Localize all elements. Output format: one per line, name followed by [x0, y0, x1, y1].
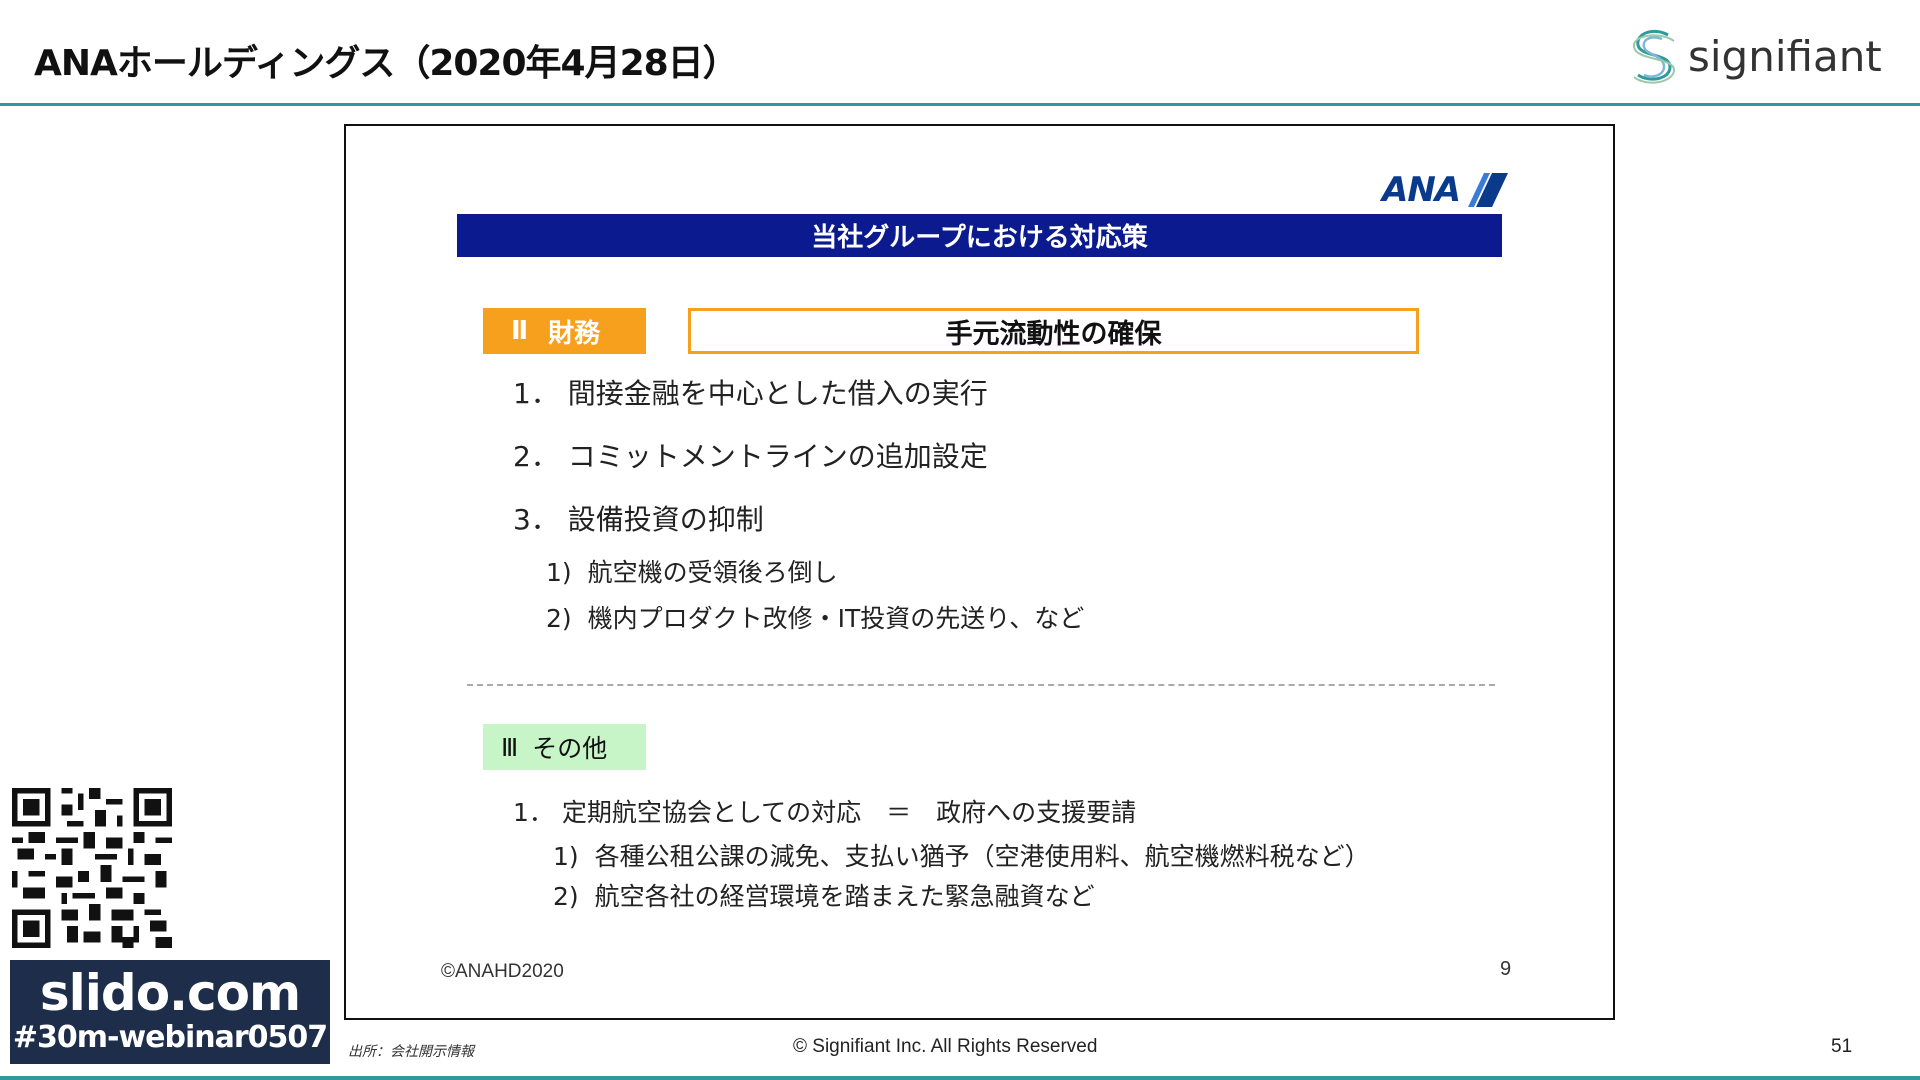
- brand-logo: signifiant: [1628, 26, 1882, 86]
- footer-source: 出所：会社開示情報: [348, 1044, 474, 1060]
- slido-banner: slido.com #30m-webinar0507: [10, 960, 330, 1064]
- list-item: 1． 間接金融を中心とした借入の実行: [513, 377, 988, 410]
- ana-logo: ANA: [1382, 170, 1509, 210]
- section-iii-badge: Ⅲ その他: [483, 724, 646, 770]
- list-item: 3． 設備投資の抑制: [513, 503, 764, 536]
- signifiant-s-logo-icon: [1633, 29, 1675, 84]
- sub-list-item: 2) 航空各社の経営環境を踏まえた緊急融資など: [553, 882, 1095, 911]
- section-iii-numeral: Ⅲ: [501, 732, 519, 762]
- qr-code-icon: [12, 788, 172, 948]
- list-item: 2． コミットメントラインの追加設定: [513, 440, 988, 473]
- ana-stripe-icon: [1468, 173, 1509, 207]
- ana-logo-text: ANA: [1382, 170, 1461, 210]
- slide-copyright: ©ANAHD2020: [441, 961, 564, 982]
- slide-page-number: 9: [1500, 958, 1512, 980]
- section-ii-numeral: Ⅱ: [511, 316, 529, 346]
- embedded-slide: ANA 当社グループにおける対応策 Ⅱ 財務 手元流動性の確保 1． 間接金融を…: [344, 124, 1615, 1020]
- header-rule: [0, 103, 1920, 106]
- footer-rule: [0, 1076, 1920, 1080]
- section-ii-title-box: 手元流動性の確保: [688, 308, 1419, 354]
- dashed-divider: [467, 684, 1495, 686]
- section-ii-label: 財務: [548, 318, 601, 349]
- slido-hashtag: #30m-webinar0507: [12, 1020, 328, 1055]
- footer-copyright: © Signifiant Inc. All Rights Reserved: [793, 1036, 1098, 1057]
- page-title: ANAホールディングス（2020年4月28日）: [34, 43, 739, 84]
- sub-list-item: 1) 各種公租公課の減免、支払い猶予（空港使用料、航空機燃料税など）: [553, 842, 1370, 871]
- sub-list-item: 2) 機内プロダクト改修・IT投資の先送り、など: [546, 604, 1085, 633]
- slide-heading: 当社グループにおける対応策: [457, 214, 1502, 257]
- footer-page-number: 51: [1831, 1036, 1853, 1057]
- slido-url: slido.com: [39, 964, 301, 1022]
- section-ii-badge: Ⅱ 財務: [483, 308, 646, 354]
- list-item: 1． 定期航空協会としての対応 ＝ 政府への支援要請: [513, 798, 1137, 827]
- section-iii-label: その他: [532, 734, 608, 763]
- sub-list-item: 1) 航空機の受領後ろ倒し: [546, 558, 838, 587]
- brand-name: signifiant: [1688, 31, 1882, 81]
